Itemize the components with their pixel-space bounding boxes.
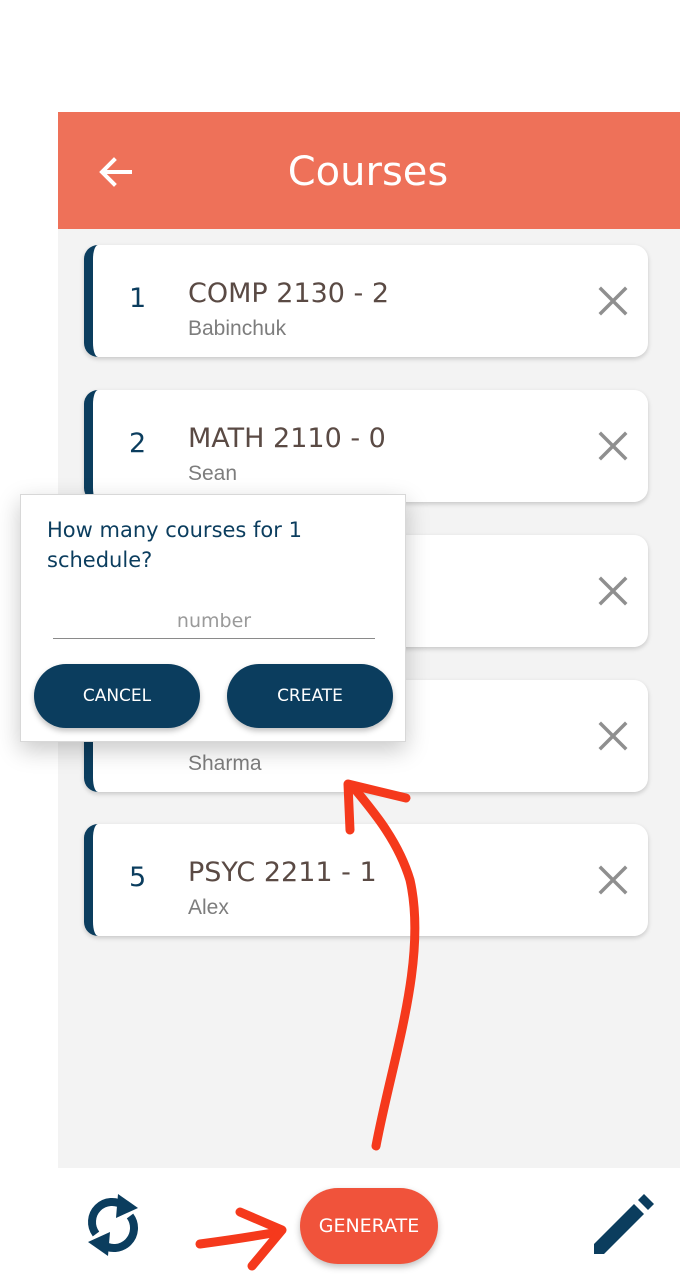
page-title: Courses xyxy=(287,149,449,195)
close-icon[interactable] xyxy=(595,718,631,754)
close-icon[interactable] xyxy=(595,283,631,319)
course-professor: Sean xyxy=(188,462,238,485)
generate-button[interactable]: GENERATE xyxy=(300,1188,438,1264)
close-icon[interactable] xyxy=(595,862,631,898)
close-icon[interactable] xyxy=(595,573,631,609)
course-index: 2 xyxy=(129,428,147,459)
course-professor: Babinchuk xyxy=(188,317,287,340)
course-code: PSYC 2211 - 1 xyxy=(188,857,377,888)
pencil-icon[interactable] xyxy=(590,1192,660,1258)
create-button[interactable]: CREATE xyxy=(227,664,393,728)
course-professor: Sharma xyxy=(188,752,262,775)
course-card[interactable]: 1 COMP 2130 - 2 Babinchuk xyxy=(84,245,648,357)
cancel-button[interactable]: CANCEL xyxy=(34,664,200,728)
sync-icon[interactable] xyxy=(80,1190,146,1260)
course-code: COMP 2130 - 2 xyxy=(188,278,390,309)
back-button[interactable] xyxy=(94,150,138,194)
close-icon[interactable] xyxy=(595,428,631,464)
course-professor: Alex xyxy=(188,896,229,919)
dialog-question: How many courses for 1 schedule? xyxy=(47,518,302,572)
course-card[interactable]: 5 PSYC 2211 - 1 Alex xyxy=(84,824,648,936)
arrow-left-icon xyxy=(99,157,132,187)
course-index: 1 xyxy=(129,283,147,314)
course-index: 5 xyxy=(129,862,147,893)
course-count-input[interactable] xyxy=(53,603,375,639)
course-card[interactable]: 2 MATH 2110 - 0 Sean xyxy=(84,390,648,502)
course-code: MATH 2110 - 0 xyxy=(188,423,386,454)
course-count-dialog: How many courses for 1 schedule? CANCEL … xyxy=(20,494,406,742)
